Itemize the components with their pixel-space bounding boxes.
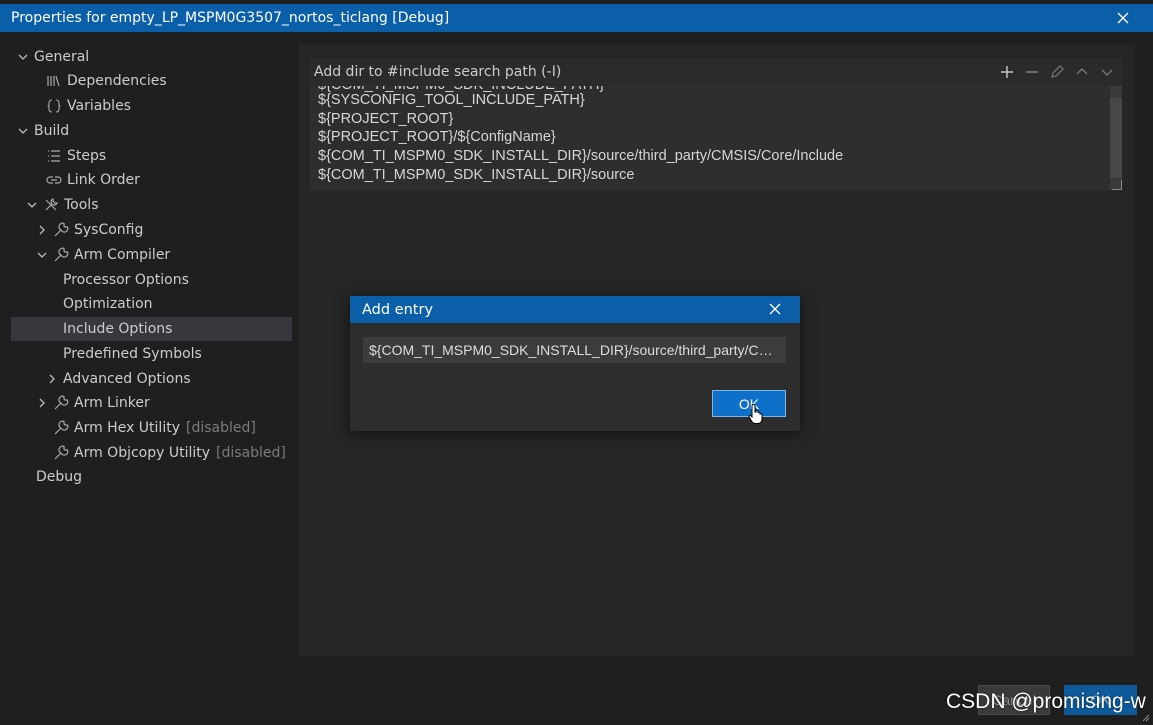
resize-grip-icon[interactable]: [1112, 180, 1122, 190]
wrench-icon: [53, 420, 69, 436]
tree-item-label: Build: [34, 123, 70, 139]
chevron-down-icon[interactable]: [16, 51, 30, 63]
wrench-icon: [53, 222, 69, 238]
include-path-label: Add dir to #include search path (-I): [314, 64, 562, 80]
include-path-header: Add dir to #include search path (-I): [310, 58, 1122, 86]
entry-input[interactable]: ${COM_TI_MSPM0_SDK_INSTALL_DIR}/source/t…: [363, 337, 786, 363]
chevron-down-icon[interactable]: [16, 125, 30, 137]
tree-item-label: Predefined Symbols: [63, 346, 202, 362]
window-resize-icon[interactable]: [1140, 712, 1150, 722]
include-path-scrollbar[interactable]: [1110, 86, 1122, 190]
tree-item-label: Processor Options: [63, 272, 189, 288]
include-path-panel: Add dir to #include search path (-I) ${S…: [310, 58, 1122, 190]
wrench-icon: [53, 247, 69, 263]
properties-window: Properties for empty_LP_MSPM0G3507_norto…: [0, 0, 1153, 725]
chevron-right-icon[interactable]: [35, 397, 49, 409]
tree-item-include-options[interactable]: Include Options: [11, 317, 292, 341]
remove-icon[interactable]: [1022, 62, 1041, 81]
tree-item-label: Arm Compiler: [74, 247, 171, 263]
link-icon: [46, 172, 62, 188]
tree-item-label: Debug: [36, 469, 83, 485]
tree-item-label: Steps: [67, 148, 107, 164]
add-icon[interactable]: [997, 62, 1016, 81]
tree-item-label: Include Options: [63, 321, 173, 337]
list-item[interactable]: ${COM_TI_MSPM0_SDK_INSTALL_DIR}/source: [318, 166, 634, 185]
tree-item-debug[interactable]: Debug: [36, 465, 82, 489]
list-item[interactable]: ${PROJECT_ROOT}: [318, 110, 453, 129]
disabled-tag: [disabled]: [185, 420, 256, 436]
tree-item-label: Advanced Options: [63, 371, 191, 387]
chevron-right-icon[interactable]: [35, 224, 49, 236]
edit-icon[interactable]: [1047, 62, 1066, 81]
list-item[interactable]: ${PROJECT_ROOT}/${ConfigName}: [318, 128, 556, 147]
sidebar-tree: General Dependencies Variables Build Ste: [0, 32, 296, 725]
chevron-right-icon[interactable]: [45, 373, 59, 385]
dialog-title-bar: Add entry: [350, 296, 800, 323]
chevron-down-icon[interactable]: [25, 199, 39, 211]
tree-item-label: Arm Objcopy Utility: [74, 445, 211, 461]
title-bar: Properties for empty_LP_MSPM0G3507_norto…: [0, 4, 1153, 32]
scrollbar-thumb[interactable]: [1110, 98, 1122, 178]
library-icon: [46, 73, 62, 89]
tree-item-arm-objcopy-utility[interactable]: Arm Objcopy Utility [disabled]: [53, 441, 286, 465]
list-item[interactable]: ${COM_TI_MSPM0_SDK_INSTALL_DIR}/source/t…: [318, 147, 843, 166]
tree-item-general[interactable]: General: [16, 45, 89, 69]
tree-item-arm-hex-utility[interactable]: Arm Hex Utility [disabled]: [53, 416, 256, 440]
tree-item-tools[interactable]: Tools: [25, 193, 99, 217]
close-icon[interactable]: [766, 300, 784, 318]
wrench-icon: [53, 395, 69, 411]
move-down-icon[interactable]: [1097, 62, 1116, 81]
tree-item-label: General: [34, 49, 90, 65]
dialog-title: Add entry: [362, 301, 434, 318]
move-up-icon[interactable]: [1072, 62, 1091, 81]
tree-item-arm-compiler[interactable]: Arm Compiler: [35, 243, 170, 267]
tree-item-label: Variables: [67, 98, 131, 114]
tree-item-advanced-options[interactable]: Advanced Options: [45, 367, 191, 391]
tree-item-optimization[interactable]: Optimization: [63, 292, 153, 316]
list-item[interactable]: ${SYSCONFIG_TOOL_INCLUDE_PATH}: [318, 91, 585, 110]
tree-item-label: Dependencies: [67, 73, 167, 89]
tree-item-label: Optimization: [63, 296, 153, 312]
include-path-toolbar: [997, 62, 1116, 81]
tree-item-label: Arm Linker: [74, 395, 150, 411]
tree-item-processor-options[interactable]: Processor Options: [63, 268, 189, 292]
tree-item-variables[interactable]: Variables: [46, 94, 131, 118]
braces-icon: [46, 98, 62, 114]
tree-item-label: Tools: [64, 197, 99, 213]
add-entry-dialog: Add entry ${COM_TI_MSPM0_SDK_INSTALL_DIR…: [350, 296, 800, 431]
tree-item-build[interactable]: Build: [16, 119, 69, 143]
dialog-ok-button[interactable]: OK: [712, 390, 786, 417]
wrench-icon: [53, 445, 69, 461]
include-path-list[interactable]: ${COM_TI_MSPM0_SDK_INCLUDE_PATH} ${SYSCO…: [310, 86, 1110, 190]
tree-item-link-order[interactable]: Link Order: [46, 168, 140, 192]
window-title: Properties for empty_LP_MSPM0G3507_norto…: [11, 10, 450, 26]
chevron-down-icon[interactable]: [35, 249, 49, 261]
disabled-tag: [disabled]: [216, 445, 286, 461]
tree-item-label: Arm Hex Utility: [74, 420, 180, 436]
tree-item-predefined-symbols[interactable]: Predefined Symbols: [63, 342, 202, 366]
close-icon[interactable]: [1113, 8, 1133, 28]
tree-item-label: Link Order: [67, 172, 140, 188]
tree-item-steps[interactable]: Steps: [46, 144, 106, 168]
list-icon: [46, 148, 62, 164]
tree-item-label: SysConfig: [74, 222, 144, 238]
tools-icon: [43, 197, 59, 213]
tree-item-dependencies[interactable]: Dependencies: [46, 69, 167, 93]
tree-item-arm-linker[interactable]: Arm Linker: [35, 391, 150, 415]
watermark-text: CSDN @promising-w: [946, 690, 1146, 713]
tree-item-sysconfig[interactable]: SysConfig: [35, 218, 143, 242]
